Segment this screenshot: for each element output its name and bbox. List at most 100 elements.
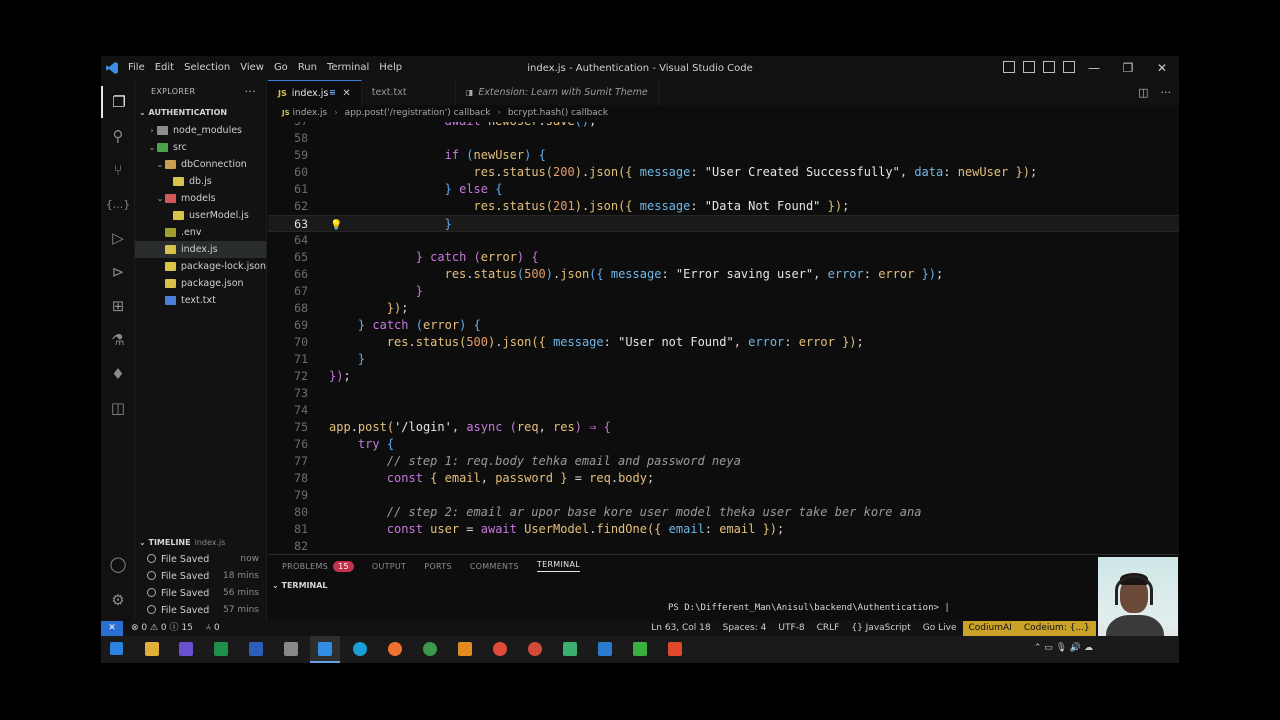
timeline-entry[interactable]: File Saved 18 mins	[135, 568, 267, 585]
close-button[interactable]: ✕	[1145, 56, 1179, 80]
extensions-icon[interactable]: ⊞	[101, 290, 135, 322]
testing-icon[interactable]: ⚗	[101, 324, 135, 356]
tree-item[interactable]: .env	[135, 224, 266, 241]
menu-help[interactable]: Help	[374, 56, 407, 80]
timeline-entry[interactable]: File Saved now	[135, 551, 267, 568]
edge-dev-icon[interactable]	[563, 642, 577, 656]
code-line[interactable]: 79	[268, 487, 1179, 504]
code-line[interactable]: 75 app.post('/login', async (req, res) ⇒ …	[268, 419, 1179, 436]
status-item[interactable]: Spaces: 4	[717, 621, 773, 636]
start-icon[interactable]	[110, 642, 123, 655]
mongodb-icon[interactable]: ♦	[101, 358, 135, 390]
debug-icon[interactable]: ⊳	[101, 256, 135, 288]
sublime-icon[interactable]	[458, 642, 472, 656]
tree-item[interactable]: package-lock.json	[135, 258, 266, 275]
search-icon[interactable]: ⚲	[101, 120, 135, 152]
word-icon[interactable]	[249, 642, 263, 656]
system-tray[interactable]: ⌃ ▭ 🎙 🔊 ☁	[1034, 643, 1093, 653]
breadcrumb-item[interactable]: app.post('/registration') callback	[345, 108, 491, 118]
code-line[interactable]: 71 }	[268, 351, 1179, 368]
code-line[interactable]: 73	[268, 385, 1179, 402]
status-item[interactable]: CodiumAI	[962, 621, 1018, 636]
tree-item[interactable]: ⌄ models	[135, 190, 266, 207]
more-actions-icon[interactable]: ···	[1161, 86, 1172, 99]
close-tab-icon[interactable]: ✕	[342, 81, 350, 106]
tree-item[interactable]: package.json	[135, 275, 266, 292]
explorer-icon[interactable]: ❐	[101, 86, 135, 118]
more-actions-icon[interactable]: ···	[245, 80, 256, 104]
toggle-sidebar-icon[interactable]	[1003, 61, 1015, 73]
camtasia-icon[interactable]	[633, 642, 647, 656]
tab-comments[interactable]: COMMENTS	[470, 562, 519, 571]
menu-edit[interactable]: Edit	[150, 56, 179, 80]
excel-icon[interactable]	[214, 642, 228, 656]
minimize-button[interactable]: —	[1077, 56, 1111, 80]
chrome-icon[interactable]	[493, 642, 507, 656]
ports-status[interactable]: ⑃ 0	[206, 623, 220, 633]
menu-go[interactable]: Go	[269, 56, 293, 80]
file-explorer-icon[interactable]	[145, 642, 159, 656]
code-line[interactable]: 61 } else {	[268, 181, 1179, 198]
code-line[interactable]: 57 await newUser.save();	[268, 122, 1179, 130]
postman-icon[interactable]	[388, 642, 402, 656]
code-line[interactable]: 70 res.status(500).json({ message: "User…	[268, 334, 1179, 351]
code-line[interactable]: 66 res.status(500).json({ message: "Erro…	[268, 266, 1179, 283]
code-line[interactable]: 63 } 💡	[268, 215, 1179, 232]
tree-item[interactable]: ⌄ src	[135, 139, 266, 156]
camera-icon[interactable]	[284, 642, 298, 656]
timeline-entry[interactable]: File Saved 57 mins	[135, 602, 267, 619]
menu-terminal[interactable]: Terminal	[322, 56, 374, 80]
customize-layout-icon[interactable]	[1063, 61, 1075, 73]
tab-ports[interactable]: PORTS	[424, 562, 452, 571]
code-line[interactable]: 64	[268, 232, 1179, 249]
code-line[interactable]: 82	[268, 538, 1179, 554]
menu-file[interactable]: File	[123, 56, 150, 80]
menu-view[interactable]: View	[235, 56, 269, 80]
app-icon[interactable]	[598, 642, 612, 656]
code-line[interactable]: 65 } catch (error) {	[268, 249, 1179, 266]
tab-problems[interactable]: PROBLEMS 15	[282, 560, 354, 572]
tree-item[interactable]: userModel.js	[135, 207, 266, 224]
timeline-header[interactable]: ⌄ TIMELINE index.js	[135, 534, 267, 551]
visual-studio-icon[interactable]	[179, 642, 193, 656]
tree-item[interactable]: ⌄ dbConnection	[135, 156, 266, 173]
status-item[interactable]: Go Live	[917, 621, 963, 636]
source-control-icon[interactable]: ⑂	[101, 154, 135, 186]
vscode-taskbar-icon[interactable]	[318, 642, 332, 656]
code-line[interactable]: 80 // step 2: email ar upor base kore us…	[268, 504, 1179, 521]
split-editor-icon[interactable]: ◫	[1138, 86, 1148, 99]
code-line[interactable]: 62 res.status(201).json({ message: "Data…	[268, 198, 1179, 215]
toggle-panel-icon[interactable]	[1023, 61, 1035, 73]
code-line[interactable]: 59 if (newUser) {	[268, 147, 1179, 164]
code-line[interactable]: 74	[268, 402, 1179, 419]
chrome-profile-icon[interactable]	[528, 642, 542, 656]
workspace-section[interactable]: ⌄ AUTHENTICATION	[135, 104, 266, 122]
tab-extension[interactable]: ◨ Extension: Learn with Sumit Theme	[456, 80, 659, 105]
tab-terminal[interactable]: TERMINAL	[536, 560, 580, 572]
tree-item[interactable]: text.txt	[135, 292, 266, 309]
status-item[interactable]: Ln 63, Col 18	[645, 621, 716, 636]
problems-status[interactable]: ⊗ 0 ⚠ 0 ⓘ 15	[131, 623, 193, 633]
code-editor[interactable]: 57 await newUser.save();5859 if (newUser…	[268, 122, 1179, 554]
mongodb-compass-icon[interactable]	[423, 642, 437, 656]
settings-gear-icon[interactable]: ⚙	[101, 584, 135, 616]
tab-index-js[interactable]: JS index.js ✕	[268, 80, 362, 105]
code-line[interactable]: 76 try {	[268, 436, 1179, 453]
code-line[interactable]: 69 } catch (error) {	[268, 317, 1179, 334]
code-line[interactable]: 60 res.status(200).json({ message: "User…	[268, 164, 1179, 181]
tree-item[interactable]: › node_modules	[135, 122, 266, 139]
recorder-icon[interactable]	[668, 642, 682, 656]
breadcrumb-item[interactable]: index.js	[293, 108, 328, 118]
edge-icon[interactable]	[353, 642, 367, 656]
status-item[interactable]: Codeium: {...}	[1017, 621, 1096, 636]
breadcrumb-item[interactable]: bcrypt.hash() callback	[508, 108, 608, 118]
status-item[interactable]: {} JavaScript	[845, 621, 916, 636]
code-line[interactable]: 77 // step 1: req.body tehka email and p…	[268, 453, 1179, 470]
menu-run[interactable]: Run	[293, 56, 322, 80]
run-debug-icon[interactable]: ▷	[101, 222, 135, 254]
tree-item[interactable]: db.js	[135, 173, 266, 190]
menu-selection[interactable]: Selection	[179, 56, 235, 80]
terminal-section-header[interactable]: ⌄ TERMINAL	[268, 577, 1179, 595]
code-line[interactable]: 68 });	[268, 300, 1179, 317]
restore-button[interactable]: ❐	[1111, 56, 1145, 80]
